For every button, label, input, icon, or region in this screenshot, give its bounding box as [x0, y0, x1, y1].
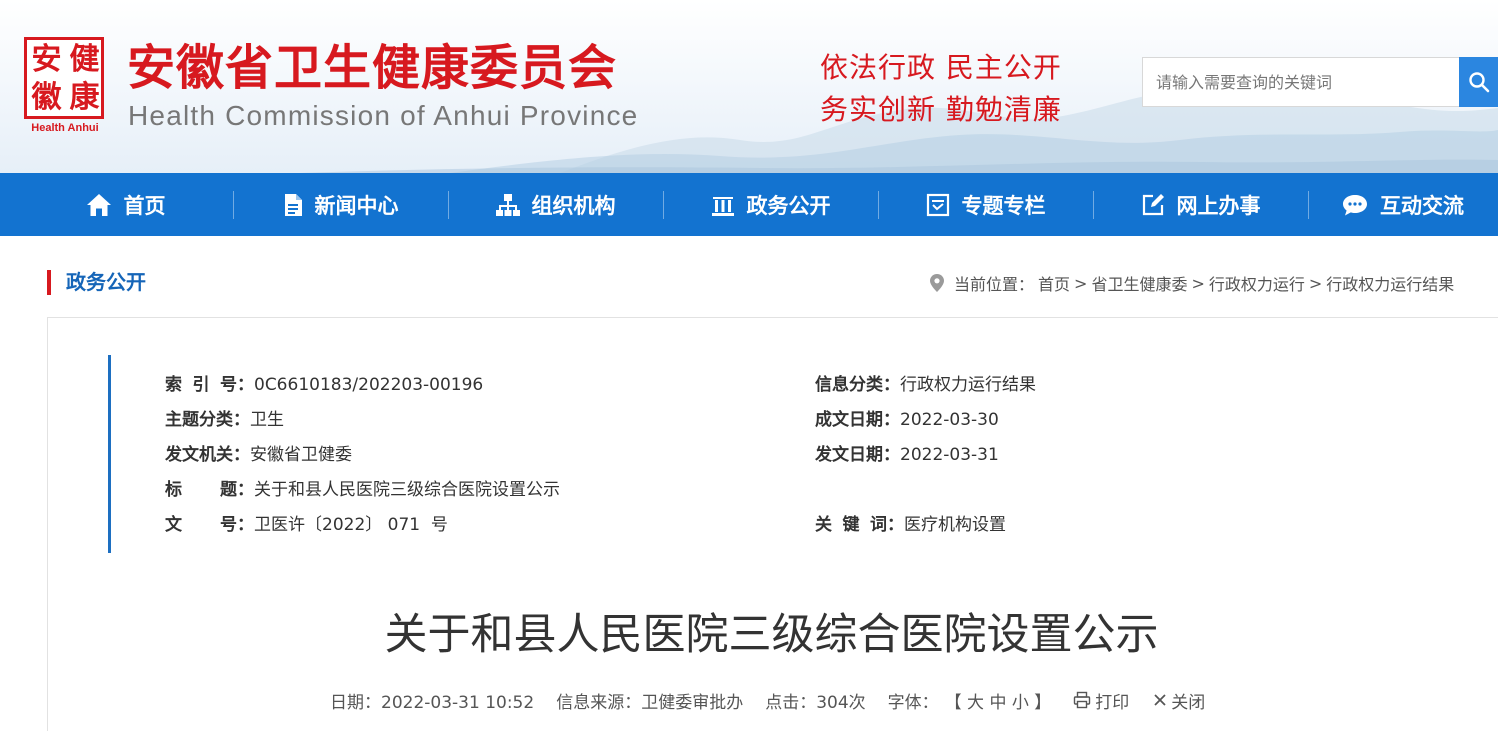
article-info-line: 日期：2022-03-31 10:52 信息来源：卫健委审批办 点击：304次 …	[330, 688, 1229, 713]
article-source: 信息来源：卫健委审批办	[556, 692, 744, 713]
meta-value: 卫医许〔2022〕 071 号	[254, 515, 448, 535]
logo-seal: 安 健 徽 康	[24, 37, 104, 119]
site-title[interactable]: 安徽省卫生健康委员会	[127, 38, 617, 98]
edit-icon	[1142, 193, 1164, 215]
font-size-label: 字体：	[887, 692, 939, 713]
meta-value: 0C6610183/202203-00196	[254, 375, 484, 395]
meta-key: 索引号	[165, 375, 237, 395]
meta-key: 主题分类：	[165, 410, 250, 430]
nav-label: 互动交流	[1380, 193, 1464, 218]
breadcrumb-prefix: 当前位置：	[954, 275, 1035, 294]
print-label: 打印	[1095, 692, 1130, 713]
breadcrumb-admin-power[interactable]: 行政权力运行	[1209, 271, 1305, 295]
breadcrumb-separator: >	[1308, 273, 1323, 293]
breadcrumb-separator: >	[1074, 273, 1088, 293]
nav-label: 专题专栏	[961, 193, 1046, 218]
meta-value: 2022-03-31	[900, 445, 999, 465]
document-icon	[284, 193, 302, 216]
slogan-line-1: 依法行政 民主公开	[820, 51, 1062, 84]
section-title[interactable]: 政务公开	[66, 270, 146, 295]
nav-item-topics[interactable]: 专题专栏	[878, 173, 1093, 236]
close-icon	[1154, 694, 1166, 706]
slogan-line-2: 务实创新 勤勉清廉	[820, 93, 1062, 126]
print-button[interactable]: 打印	[1073, 688, 1129, 713]
nav-item-news[interactable]: 新闻中心	[233, 173, 448, 236]
home-icon	[86, 193, 111, 216]
breadcrumb-commission[interactable]: 省卫生健康委	[1091, 271, 1187, 295]
meta-value: 安徽省卫健委	[250, 445, 352, 465]
nav-label: 新闻中心	[314, 193, 399, 218]
article-title: 关于和县人民医院三级综合医院设置公示	[384, 610, 1159, 660]
search-input[interactable]	[1142, 57, 1460, 107]
nav-item-online-services[interactable]: 网上办事	[1093, 173, 1308, 236]
metadata-accent-bar	[108, 355, 111, 553]
nav-item-organization[interactable]: 组织机构	[448, 173, 663, 236]
location-pin-icon	[930, 274, 944, 292]
site-header: 安 健 徽 康 Health Anhui 安徽省卫生健康委员会 Health C…	[0, 0, 1498, 173]
meta-value: 卫生	[250, 410, 284, 430]
seal-char: 康	[69, 80, 100, 115]
close-button[interactable]: 关闭	[1153, 688, 1205, 713]
breadcrumb: 当前位置： 首页 > 省卫生健康委 > 行政权力运行 > 行政权力运行结果	[930, 272, 1458, 294]
meta-category: 信息分类：行政权力运行结果	[815, 374, 1036, 396]
search-button[interactable]	[1459, 57, 1498, 107]
breadcrumb-home[interactable]: 首页	[1038, 271, 1070, 295]
article-date: 日期：2022-03-31 10:52	[330, 692, 535, 713]
org-chart-icon	[495, 193, 520, 216]
nav-label: 网上办事	[1176, 193, 1261, 218]
font-size-switcher[interactable]: 【 大 中 小 】	[945, 688, 1052, 713]
close-label: 关闭	[1171, 692, 1206, 713]
breadcrumb-separator: >	[1191, 273, 1205, 293]
meta-created-date: 成文日期：2022-03-30	[815, 409, 999, 431]
nav-item-gov-affairs[interactable]: 政务公开	[663, 173, 878, 236]
section-accent-bar	[47, 270, 51, 295]
building-icon	[711, 196, 734, 216]
meta-key: 标题	[165, 480, 237, 500]
site-title-en: Health Commission of Anhui Province	[128, 100, 639, 131]
nav-label: 组织机构	[531, 193, 616, 218]
printer-icon	[1074, 691, 1091, 709]
meta-value: 关于和县人民医院三级综合医院设置公示	[254, 480, 560, 500]
nav-item-interaction[interactable]: 互动交流	[1308, 173, 1498, 236]
topic-icon	[926, 193, 949, 216]
meta-value: 2022-03-30	[900, 410, 999, 430]
breadcrumb-admin-power-results[interactable]: 行政权力运行结果	[1326, 271, 1454, 295]
meta-title: 标题 ：关于和县人民医院三级综合医院设置公示	[165, 480, 560, 500]
meta-key: 发文机关：	[165, 445, 250, 465]
chat-icon	[1343, 194, 1367, 215]
nav-label: 首页	[123, 193, 166, 218]
meta-keywords: 关键词 ：医疗机构设置	[815, 515, 1006, 535]
main-nav: 首页 新闻中心 组织机构 政务公开 专题专栏 网上办事 互动交流	[0, 173, 1498, 236]
nav-label: 政务公开	[746, 193, 831, 218]
meta-key: 成文日期：	[815, 410, 900, 430]
meta-topic: 主题分类：卫生	[165, 409, 284, 431]
meta-value: 医疗机构设置	[904, 515, 1006, 535]
meta-issuer: 发文机关：安徽省卫健委	[165, 444, 352, 466]
logo-en-caption: Health Anhui	[31, 122, 99, 134]
meta-published-date: 发文日期：2022-03-31	[815, 444, 999, 466]
meta-key: 信息分类：	[815, 375, 900, 395]
meta-index-no: 索引号 ：0C6610183/202203-00196	[165, 375, 484, 395]
nav-item-home[interactable]: 首页	[18, 173, 233, 236]
meta-doc-number: 文号 ：卫医许〔2022〕 071 号	[165, 515, 448, 535]
meta-key: 文号	[165, 515, 237, 535]
search-icon	[1468, 72, 1489, 93]
meta-key: 发文日期：	[815, 445, 900, 465]
meta-value: 行政权力运行结果	[900, 375, 1036, 395]
article-clicks: 点击：304次	[765, 692, 866, 713]
seal-char: 徽	[31, 80, 62, 115]
seal-char: 安	[31, 42, 62, 77]
meta-key: 关键词	[815, 515, 887, 535]
seal-char: 健	[69, 42, 100, 77]
